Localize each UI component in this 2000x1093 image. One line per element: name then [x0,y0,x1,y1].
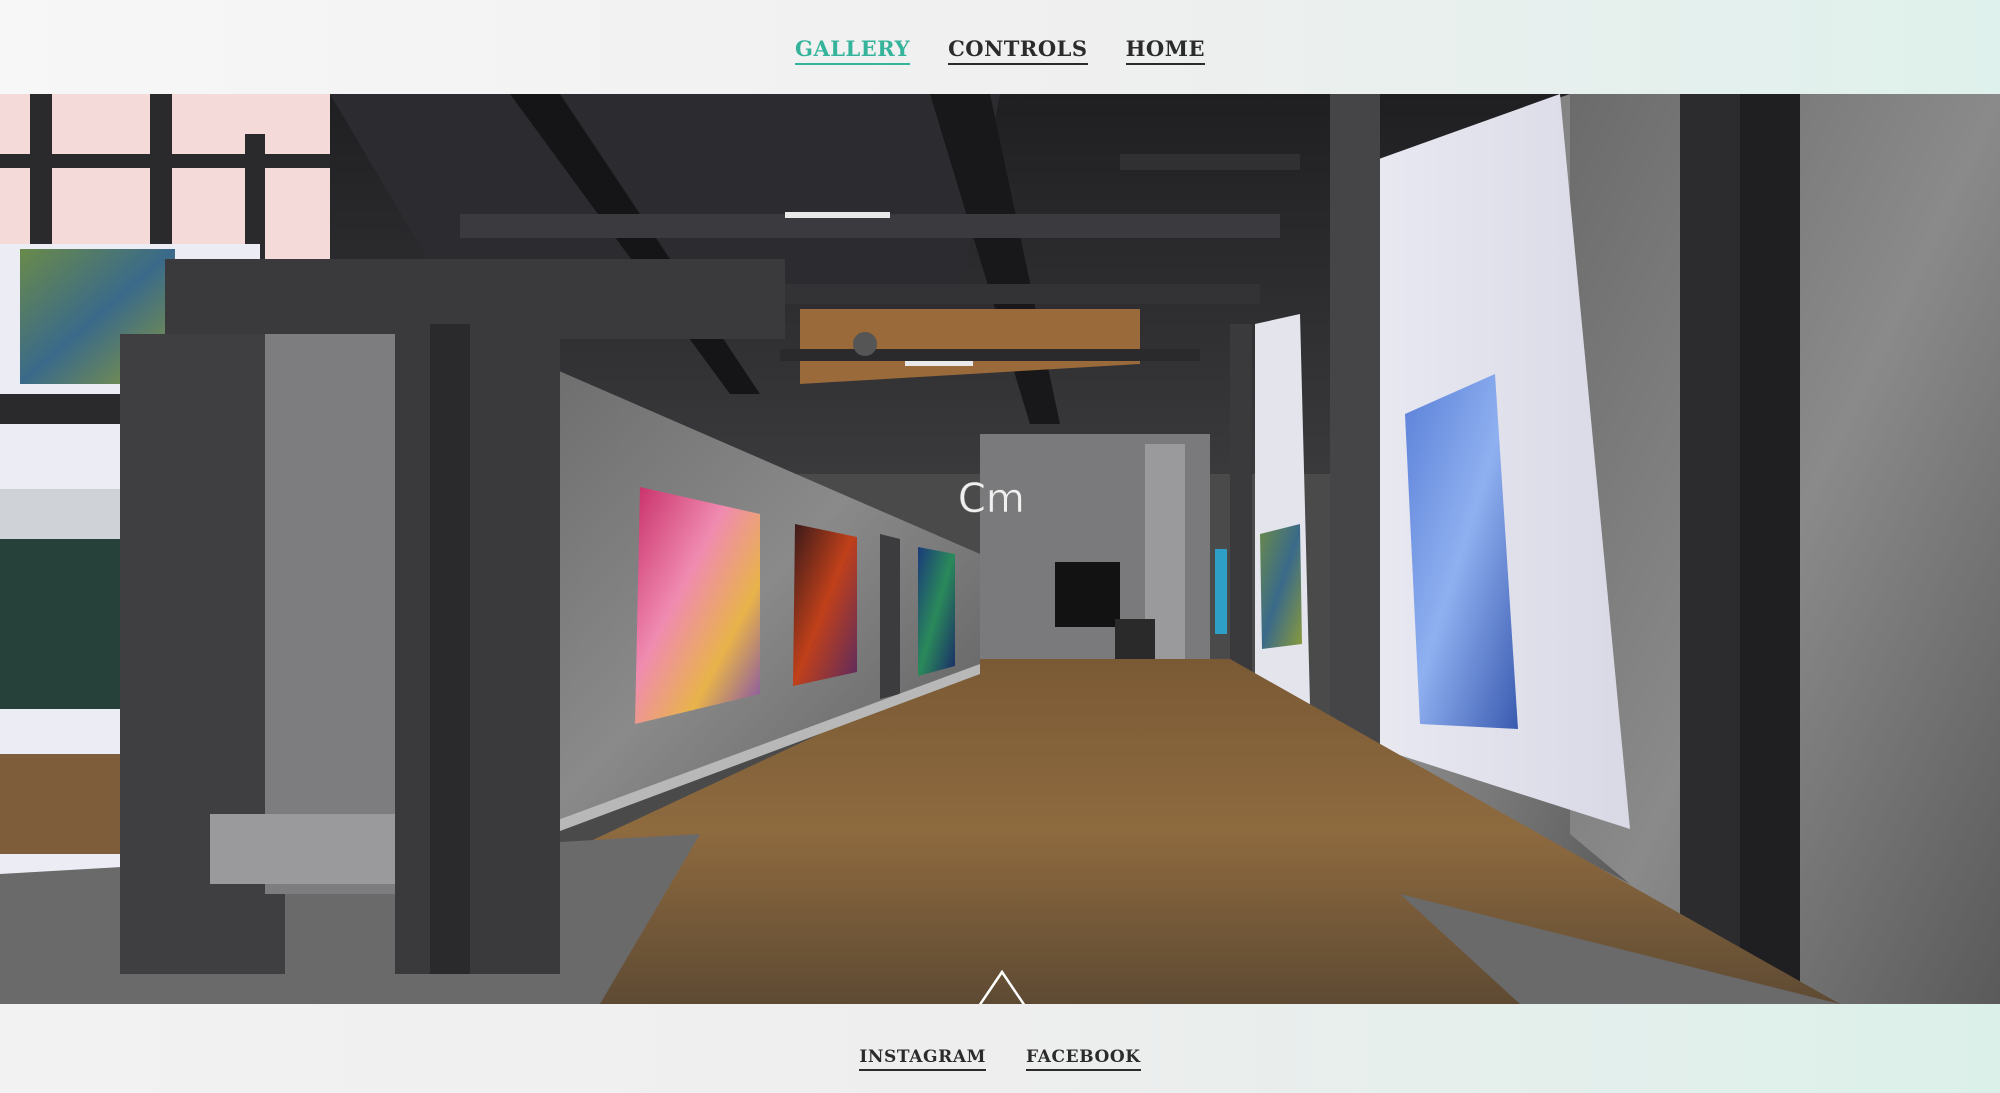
top-navigation: GALLERY CONTROLS HOME [0,0,2000,94]
facebook-link[interactable]: FACEBOOK [1026,1047,1141,1071]
nav-home-link[interactable]: HOME [1125,36,1205,65]
arrow-up-icon[interactable] [977,969,1027,1004]
nav-gallery-link[interactable]: GALLERY [795,36,911,65]
gallery-logo-sign: Cm [958,476,1025,522]
instagram-link[interactable]: INSTAGRAM [859,1047,987,1071]
movement-controls [930,969,1070,1004]
social-footer: INSTAGRAM FACEBOOK [0,1004,2000,1093]
nav-controls-link[interactable]: CONTROLS [948,36,1088,65]
gallery-scene-render: Cm [0,94,2000,1004]
gallery-3d-viewport[interactable]: Cm [0,94,2000,1004]
